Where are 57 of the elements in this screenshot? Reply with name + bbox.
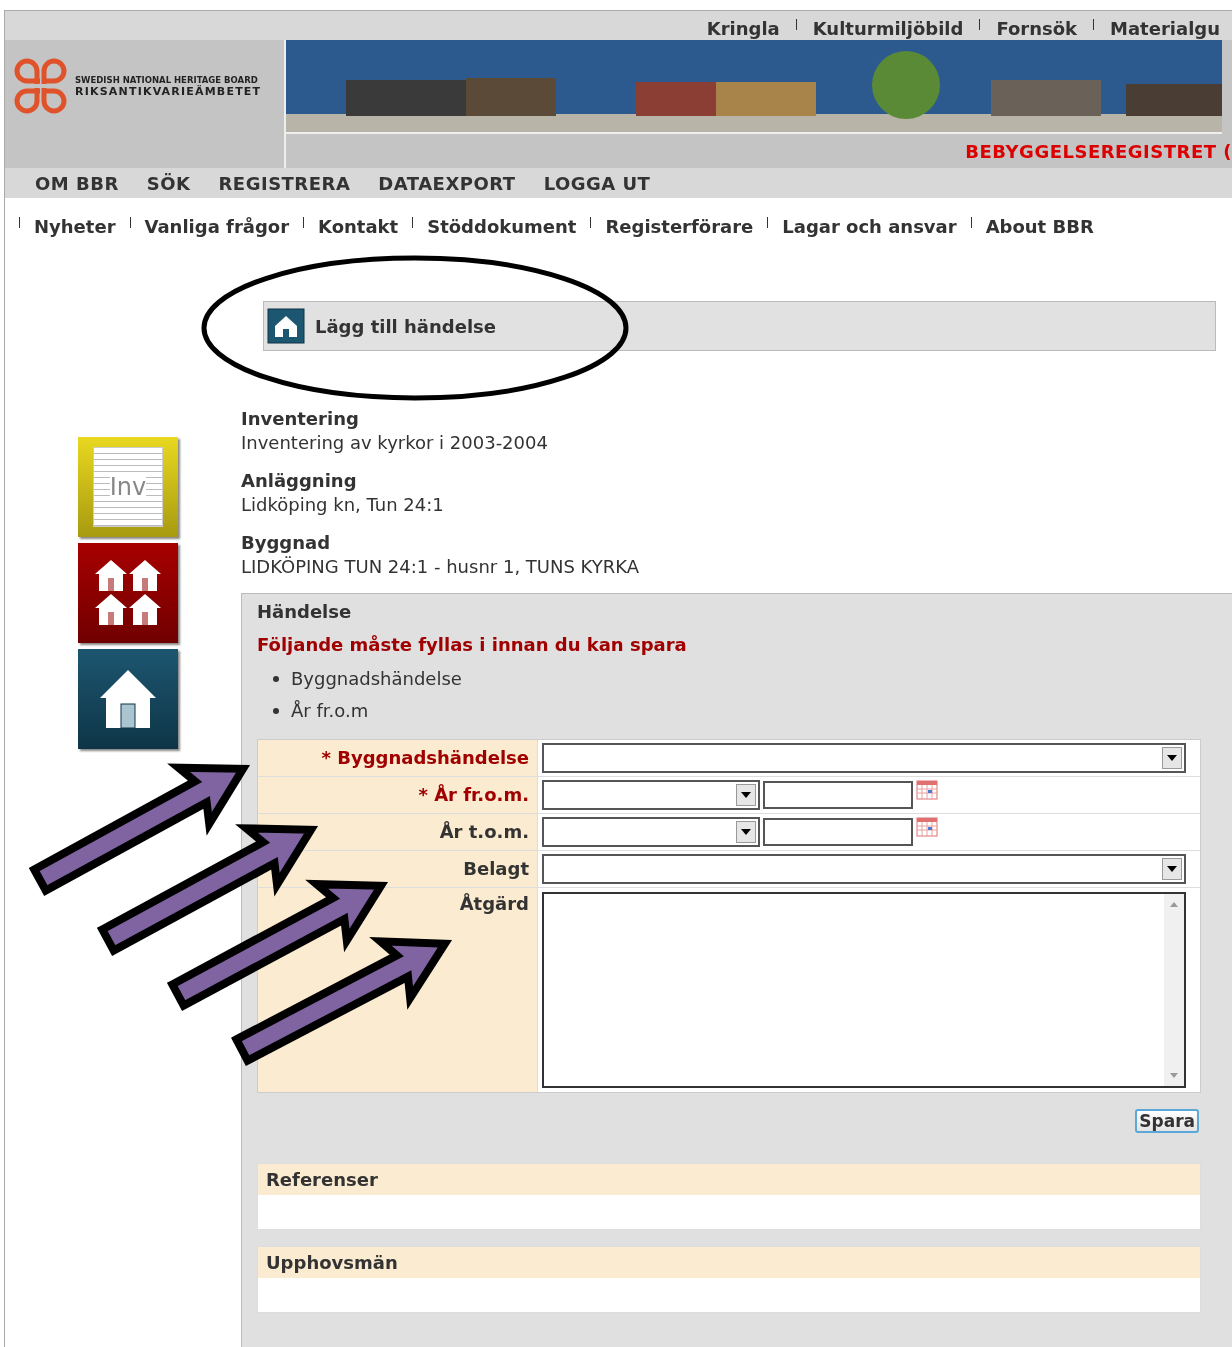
house-icon bbox=[267, 308, 305, 344]
panel-title: Händelse bbox=[257, 600, 352, 624]
nav-tab[interactable]: SÖK bbox=[146, 172, 191, 194]
logo-subtitle: SWEDISH NATIONAL HERITAGE BOARD bbox=[75, 74, 259, 85]
tile-button[interactable]: Inv bbox=[78, 437, 178, 537]
nav-link[interactable]: About BBR bbox=[985, 215, 1094, 237]
tile-button[interactable] bbox=[78, 543, 178, 643]
field-label: Åtgärd bbox=[459, 892, 529, 916]
nav-tab[interactable]: DATAEXPORT bbox=[378, 172, 516, 194]
bullet-icon bbox=[273, 708, 279, 714]
top-link[interactable]: Kringla bbox=[706, 18, 780, 40]
date-input[interactable] bbox=[763, 818, 913, 846]
section-header: Upphovsmän bbox=[258, 1247, 1200, 1278]
missing-field: Byggnadshändelse bbox=[291, 663, 462, 695]
house-icon bbox=[98, 668, 158, 730]
field-label: * Byggnadshändelse bbox=[321, 746, 529, 770]
document-icon: Inv bbox=[93, 447, 163, 527]
scrollbar[interactable] bbox=[1164, 894, 1184, 1086]
field-label: År t.o.m. bbox=[439, 820, 529, 844]
logo-title: RIKSANTIKVARIEÄMBETET bbox=[75, 84, 262, 98]
nav-link[interactable]: Stöddokument bbox=[427, 215, 577, 237]
nav-link[interactable]: Registerförare bbox=[605, 215, 754, 237]
error-message: Följande måste fyllas i innan du kan spara bbox=[257, 634, 687, 655]
text-area[interactable] bbox=[542, 892, 1186, 1088]
info-label: Anläggning bbox=[241, 469, 358, 493]
info-label: Inventering bbox=[241, 407, 360, 431]
bullet-icon bbox=[273, 676, 279, 682]
top-link[interactable]: Fornsök bbox=[996, 18, 1078, 40]
calendar-icon[interactable] bbox=[916, 817, 938, 837]
section-header: Referenser bbox=[258, 1164, 1200, 1195]
houses-icon bbox=[93, 558, 163, 628]
site-title: BEBYGGELSEREGISTRET ( bbox=[965, 140, 1232, 162]
field-label: * År fr.o.m. bbox=[418, 783, 529, 807]
nav-link[interactable]: Nyheter bbox=[34, 215, 116, 237]
info-value: Inventering av kyrkor i 2003-2004 bbox=[241, 431, 549, 455]
top-link[interactable]: Materialgu bbox=[1110, 18, 1220, 40]
field-label: Belagt bbox=[463, 857, 529, 881]
save-button[interactable]: Spara bbox=[1135, 1109, 1199, 1133]
dropdown-field[interactable] bbox=[542, 854, 1186, 884]
nav-link[interactable]: Vanliga frågor bbox=[144, 215, 290, 237]
info-label: Byggnad bbox=[241, 531, 332, 555]
date-input[interactable] bbox=[763, 781, 913, 809]
page-heading: Lägg till händelse bbox=[315, 315, 496, 337]
info-value: Lidköping kn, Tun 24:1 bbox=[241, 493, 445, 517]
dropdown-field[interactable] bbox=[542, 780, 760, 810]
missing-field: År fr.o.m bbox=[291, 695, 369, 727]
tile-button[interactable] bbox=[78, 649, 178, 749]
top-link[interactable]: Kulturmiljöbild bbox=[812, 18, 964, 40]
nav-tab[interactable]: OM BBR bbox=[35, 172, 119, 194]
nav-link[interactable]: Kontakt bbox=[318, 215, 399, 237]
info-value: LIDKÖPING TUN 24:1 - husnr 1, TUNS KYRKA bbox=[241, 555, 641, 579]
nav-tab[interactable]: LOGGA UT bbox=[543, 172, 651, 194]
dropdown-field[interactable] bbox=[542, 743, 1186, 773]
dropdown-field[interactable] bbox=[542, 817, 760, 847]
nav-tab[interactable]: REGISTRERA bbox=[218, 172, 351, 194]
nav-link[interactable]: Lagar och ansvar bbox=[782, 215, 957, 237]
calendar-icon[interactable] bbox=[916, 780, 938, 800]
